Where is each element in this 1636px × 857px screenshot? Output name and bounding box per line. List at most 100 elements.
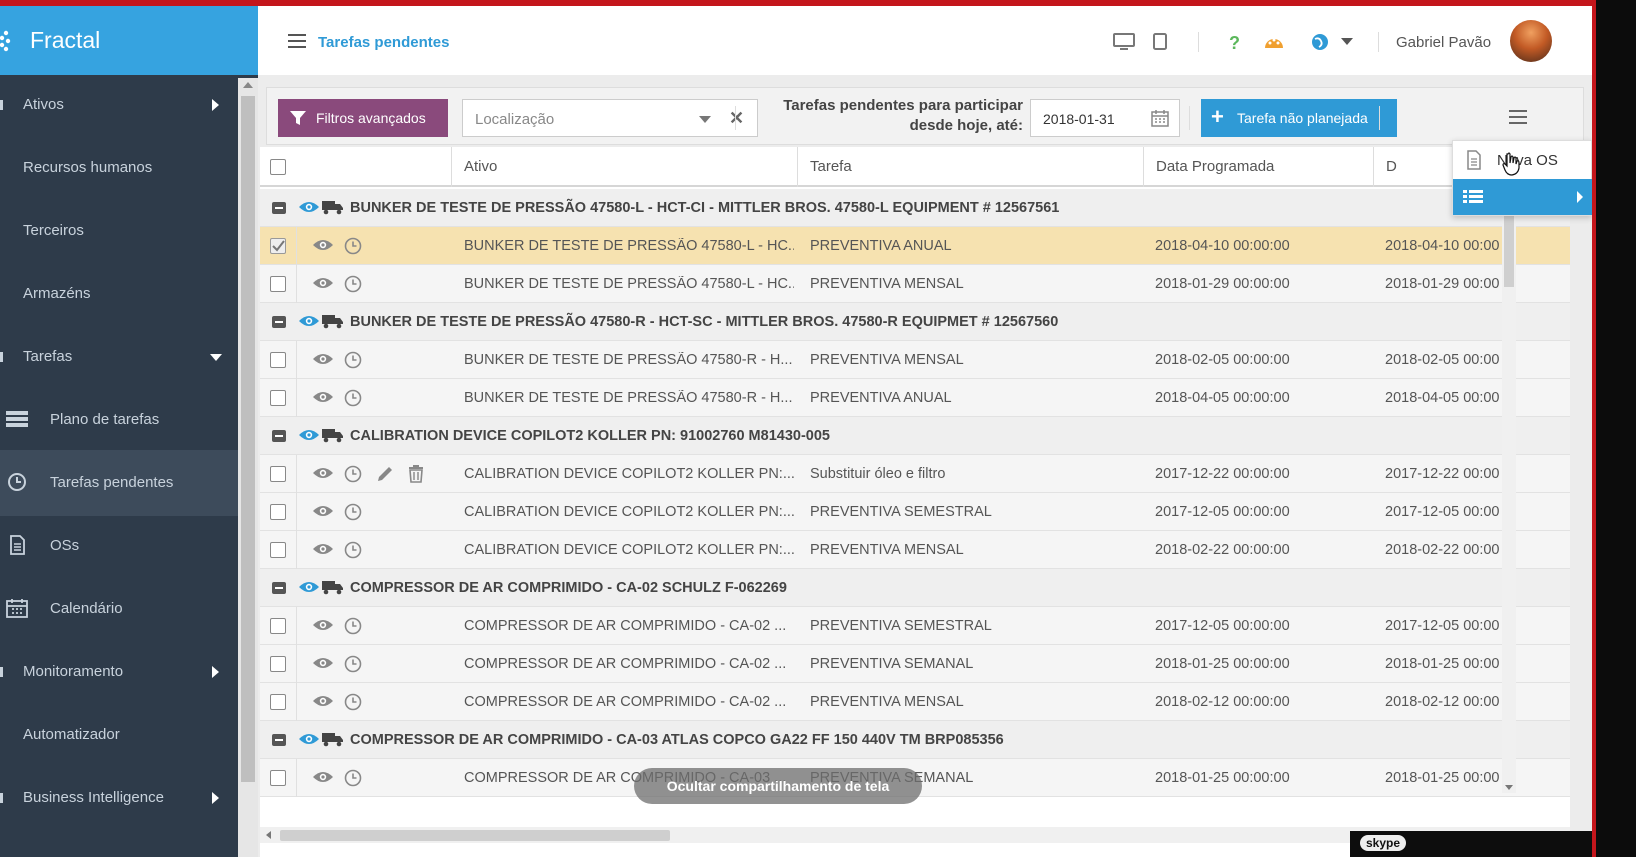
row-checkbox[interactable]: [270, 694, 286, 710]
group-row[interactable]: COMPRESSOR DE AR COMPRIMIDO - CA-03 ATLA…: [260, 721, 1570, 759]
select-all-checkbox[interactable]: [270, 159, 286, 175]
clock-icon[interactable]: [344, 465, 362, 483]
sidebar-item-tarefas-pendentes[interactable]: Tarefas pendentes: [0, 450, 238, 516]
eye-icon[interactable]: [312, 275, 334, 291]
eye-icon[interactable]: [312, 503, 334, 519]
row-checkbox[interactable]: [270, 656, 286, 672]
close-icon[interactable]: ✕: [729, 108, 744, 129]
row-checkbox[interactable]: [270, 238, 286, 254]
tablet-icon[interactable]: [1153, 32, 1167, 52]
eye-icon[interactable]: [298, 427, 320, 443]
sidebar-item-recursos-humanos[interactable]: Recursos humanos: [0, 135, 238, 201]
eye-icon[interactable]: [312, 617, 334, 633]
scrollbar-thumb[interactable]: [280, 830, 670, 841]
eye-icon[interactable]: [312, 769, 334, 785]
toolbar-menu-icon[interactable]: [1509, 110, 1527, 124]
grid-vertical-scrollbar[interactable]: [1502, 187, 1516, 793]
sidebar-scrollbar[interactable]: [238, 78, 258, 857]
eye-icon[interactable]: [298, 579, 320, 595]
column-header-data-programada[interactable]: Data Programada: [1144, 147, 1374, 187]
sidebar-item-automatizador[interactable]: Automatizador: [0, 702, 238, 768]
row-checkbox[interactable]: [270, 466, 286, 482]
advanced-filters-button[interactable]: Filtros avançados: [278, 99, 448, 137]
collapse-group-icon[interactable]: [272, 734, 286, 746]
eye-icon[interactable]: [312, 237, 334, 253]
table-row[interactable]: BUNKER DE TESTE DE PRESSÃO 47580-R - H..…: [260, 341, 1570, 379]
clock-icon[interactable]: [344, 275, 362, 293]
eye-icon[interactable]: [298, 313, 320, 329]
eye-icon[interactable]: [298, 731, 320, 747]
clock-icon[interactable]: [344, 237, 362, 255]
table-row[interactable]: COMPRESSOR DE AR COMPRIMIDO - CA-02 ... …: [260, 683, 1570, 721]
eye-icon[interactable]: [312, 541, 334, 557]
table-row[interactable]: CALIBRATION DEVICE COPILOT2 KOLLER PN:..…: [260, 531, 1570, 569]
eye-icon[interactable]: [312, 351, 334, 367]
sidebar-item-ativos[interactable]: Ativos: [0, 72, 238, 138]
clock-icon[interactable]: [344, 351, 362, 369]
table-row[interactable]: COMPRESSOR DE AR COMPRIMIDO - CA-02 ... …: [260, 607, 1570, 645]
column-header-ativo[interactable]: Ativo: [452, 147, 798, 187]
row-checkbox[interactable]: [270, 542, 286, 558]
eye-icon[interactable]: [312, 465, 334, 481]
help-icon[interactable]: ?: [1228, 32, 1242, 52]
edit-icon[interactable]: [376, 465, 394, 483]
group-row[interactable]: BUNKER DE TESTE DE PRESSÃO 47580-L - HCT…: [260, 189, 1570, 227]
sidebar-item-plano-de-tarefas[interactable]: Plano de tarefas: [0, 387, 238, 453]
brand-header[interactable]: Fractal: [0, 6, 258, 75]
clock-icon[interactable]: [344, 389, 362, 407]
sidebar-item-monitoramento[interactable]: Monitoramento: [0, 639, 238, 705]
sidebar-item-tarefas[interactable]: Tarefas: [0, 324, 238, 390]
collapse-group-icon[interactable]: [272, 316, 286, 328]
user-name[interactable]: Gabriel Pavão: [1396, 34, 1491, 51]
row-checkbox[interactable]: [270, 352, 286, 368]
row-checkbox[interactable]: [270, 504, 286, 520]
group-row[interactable]: BUNKER DE TESTE DE PRESSÃO 47580-R - HCT…: [260, 303, 1570, 341]
collapse-group-icon[interactable]: [272, 430, 286, 442]
menu-item-views[interactable]: [1453, 179, 1593, 215]
scrollbar-thumb[interactable]: [241, 96, 255, 782]
row-checkbox[interactable]: [270, 770, 286, 786]
eye-icon[interactable]: [312, 389, 334, 405]
date-until-input[interactable]: 2018-01-31: [1030, 99, 1180, 137]
table-row[interactable]: BUNKER DE TESTE DE PRESSÃO 47580-L - HC.…: [260, 227, 1570, 265]
language-dropdown-icon[interactable]: [1341, 38, 1353, 46]
sidebar-item-business-intelligence[interactable]: Business Intelligence: [0, 765, 238, 831]
clock-icon[interactable]: [344, 769, 362, 787]
row-checkbox[interactable]: [270, 276, 286, 292]
menu-item-new-os[interactable]: Nova OS: [1453, 141, 1593, 179]
desktop-icon[interactable]: [1113, 32, 1135, 52]
dashboard-icon[interactable]: [1263, 32, 1285, 52]
table-row[interactable]: BUNKER DE TESTE DE PRESSÃO 47580-L - HC.…: [260, 265, 1570, 303]
clock-icon[interactable]: [344, 617, 362, 635]
scroll-left-icon[interactable]: [266, 831, 271, 839]
scrollbar-thumb[interactable]: [1504, 207, 1514, 287]
eye-icon[interactable]: [312, 693, 334, 709]
collapse-group-icon[interactable]: [272, 202, 286, 214]
globe-icon[interactable]: [1310, 32, 1330, 52]
group-row[interactable]: COMPRESSOR DE AR COMPRIMIDO - CA-02 SCHU…: [260, 569, 1570, 607]
table-row[interactable]: CALIBRATION DEVICE COPILOT2 KOLLER PN:..…: [260, 455, 1570, 493]
table-row[interactable]: COMPRESSOR DE AR COMPRIMIDO - CA-02 ... …: [260, 645, 1570, 683]
trash-icon[interactable]: [408, 465, 424, 483]
calendar-icon[interactable]: [1151, 109, 1169, 127]
sidebar-item-oss[interactable]: OSs: [0, 513, 238, 579]
chevron-down-icon[interactable]: [699, 116, 711, 123]
sidebar-item-armazens[interactable]: Armazéns: [0, 261, 238, 327]
collapse-group-icon[interactable]: [272, 582, 286, 594]
table-row[interactable]: BUNKER DE TESTE DE PRESSÃO 47580-R - H..…: [260, 379, 1570, 417]
row-checkbox[interactable]: [270, 390, 286, 406]
eye-icon[interactable]: [312, 655, 334, 671]
table-row[interactable]: CALIBRATION DEVICE COPILOT2 KOLLER PN:..…: [260, 493, 1570, 531]
menu-toggle-icon[interactable]: [288, 34, 306, 48]
clock-icon[interactable]: [344, 503, 362, 521]
scroll-down-icon[interactable]: [1505, 785, 1513, 790]
sidebar-item-terceiros[interactable]: Terceiros: [0, 198, 238, 264]
clock-icon[interactable]: [344, 541, 362, 559]
hide-screen-share-button[interactable]: Ocultar compartilhamento de tela: [634, 768, 922, 804]
scroll-up-icon[interactable]: [243, 82, 253, 88]
skype-logo[interactable]: skype: [1360, 835, 1407, 851]
eye-icon[interactable]: [298, 199, 320, 215]
location-select[interactable]: Localização ✕: [462, 99, 758, 137]
sidebar-item-calendario[interactable]: Calendário: [0, 576, 238, 642]
row-checkbox[interactable]: [270, 618, 286, 634]
